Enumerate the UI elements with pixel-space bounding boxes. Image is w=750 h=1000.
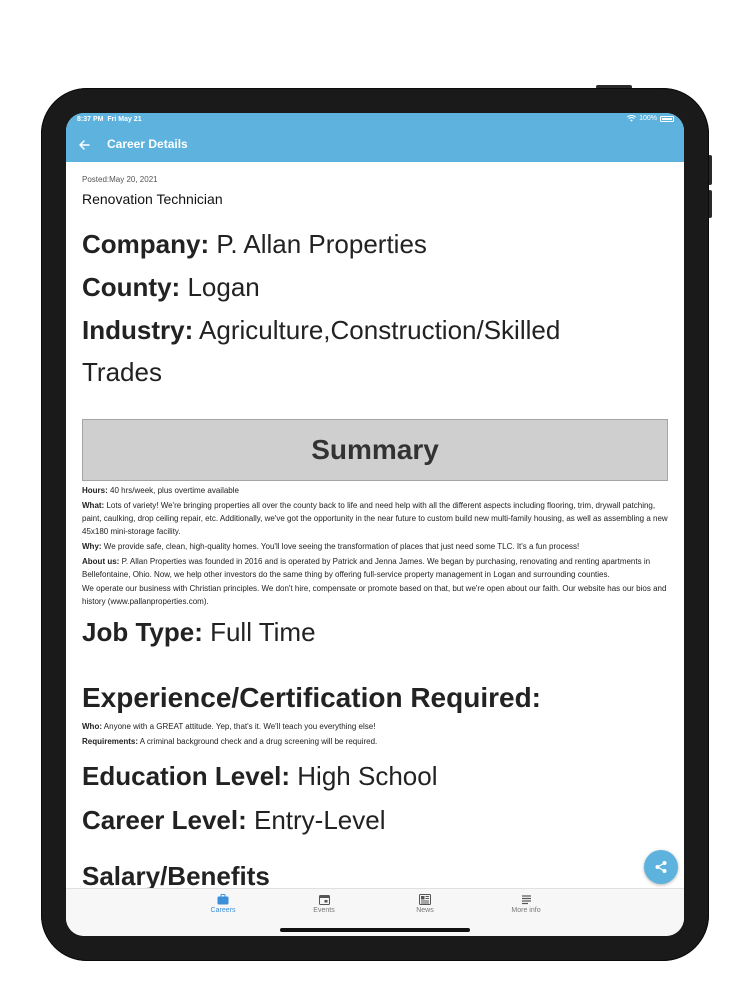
status-indicators: 100%	[627, 115, 674, 122]
page-title: Career Details	[107, 137, 188, 151]
tab-events[interactable]: Events	[294, 894, 354, 914]
company-label: Company:	[82, 229, 210, 259]
hours-label: Hours:	[82, 486, 108, 495]
what-line: What: Lots of variety! We're bringing pr…	[82, 499, 670, 538]
tab-careers-label: Careers	[210, 907, 236, 914]
salary-heading: Salary/Benefits	[82, 861, 270, 888]
newspaper-icon	[419, 894, 431, 905]
requirements-label: Requirements:	[82, 737, 139, 746]
back-arrow-icon[interactable]	[78, 139, 90, 151]
job-type-label: Job Type:	[82, 617, 203, 647]
education-value: High School	[297, 761, 438, 791]
industry-label: Industry:	[82, 315, 194, 345]
education-line: Education Level: High School	[82, 754, 670, 798]
career-level-label: Career Level:	[82, 805, 247, 835]
wifi-icon	[627, 115, 637, 122]
tab-news-label: News	[416, 907, 434, 914]
about-line: About us: P. Allan Properties was founde…	[82, 555, 670, 581]
about-value: P. Allan Properties was founded in 2016 …	[82, 557, 651, 579]
about-label: About us:	[82, 557, 120, 566]
briefcase-icon	[217, 894, 229, 905]
calendar-icon	[318, 895, 330, 905]
app-screen: 8:37 PM Fri May 21 100% Career Details P…	[66, 113, 684, 936]
career-level-value: Entry-Level	[254, 805, 386, 835]
tab-more-info-label: More info	[511, 907, 541, 914]
company-line: Company: P. Allan Properties	[82, 223, 670, 266]
career-level-line: Career Level: Entry-Level	[82, 798, 670, 842]
industry-line: Industry: Agriculture,Construction/Skill…	[82, 309, 622, 393]
what-value: Lots of variety! We're bringing properti…	[82, 501, 668, 536]
faith-line: We operate our business with Christian p…	[82, 584, 667, 606]
tab-events-label: Events	[313, 907, 335, 914]
why-label: Why:	[82, 542, 102, 551]
tab-careers[interactable]: Careers	[193, 894, 253, 914]
hours-value: 40 hrs/week, plus overtime available	[110, 486, 239, 495]
experience-heading: Experience/Certification Required:	[82, 682, 542, 713]
summary-heading: Summary	[82, 419, 668, 481]
career-details-content[interactable]: Posted:May 20, 2021 Renovation Technicia…	[82, 175, 670, 888]
company-value: P. Allan Properties	[216, 229, 427, 259]
requirements-value: A criminal background check and a drug s…	[139, 737, 378, 746]
battery-percent: 100%	[639, 115, 657, 122]
requirements-line: Requirements: A criminal background chec…	[82, 735, 670, 748]
why-line: Why: We provide safe, clean, high-qualit…	[82, 540, 670, 553]
tab-more-info[interactable]: More info	[496, 894, 556, 914]
share-button[interactable]	[644, 850, 678, 884]
home-indicator[interactable]	[280, 928, 470, 932]
county-label: County:	[82, 272, 181, 302]
status-time: 8:37 PM Fri May 21	[77, 116, 142, 123]
why-value: We provide safe, clean, high-quality hom…	[103, 542, 580, 551]
job-title: Renovation Technician	[82, 191, 223, 207]
county-line: County: Logan	[82, 266, 670, 309]
tab-news[interactable]: News	[395, 894, 455, 914]
county-value: Logan	[187, 272, 260, 302]
who-line: Who: Anyone with a GREAT attitude. Yep, …	[82, 720, 670, 733]
posted-date: Posted:May 20, 2021	[82, 175, 158, 184]
navigation-bar: 8:37 PM Fri May 21 100% Career Details	[66, 113, 684, 162]
hours-line: Hours: 40 hrs/week, plus overtime availa…	[82, 484, 670, 497]
list-icon	[521, 895, 531, 905]
who-label: Who:	[82, 722, 102, 731]
what-label: What:	[82, 501, 105, 510]
job-type-line: Job Type: Full Time	[82, 612, 670, 652]
who-value: Anyone with a GREAT attitude. Yep, that'…	[103, 722, 376, 731]
job-type-value: Full Time	[210, 617, 316, 647]
education-label: Education Level:	[82, 761, 291, 791]
battery-icon	[660, 115, 674, 122]
share-icon	[655, 861, 667, 873]
